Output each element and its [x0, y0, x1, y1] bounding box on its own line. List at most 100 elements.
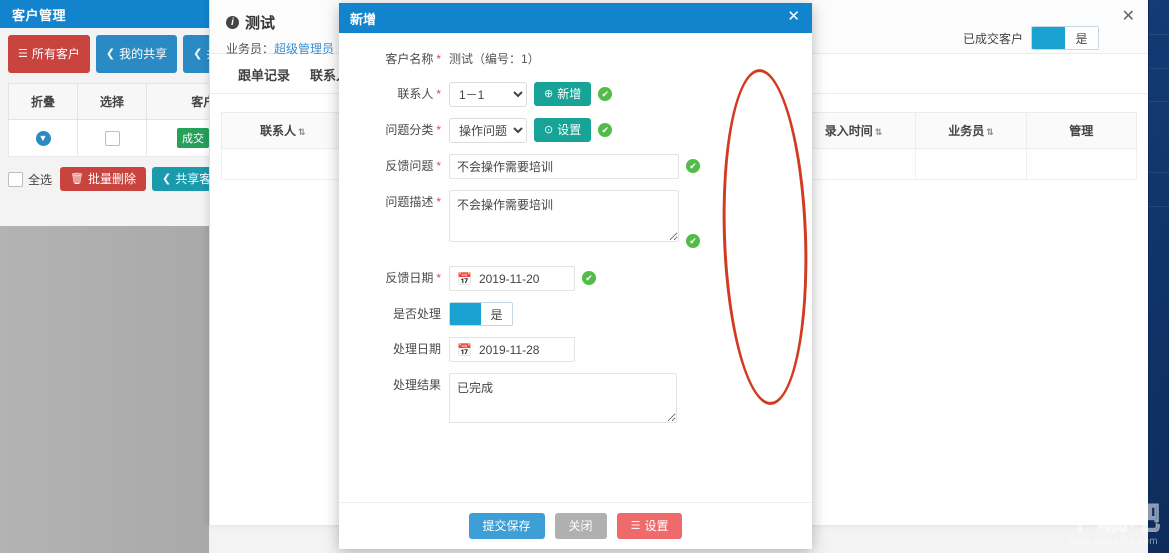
- submit-save-button[interactable]: 提交保存: [468, 513, 545, 539]
- deal-customer-label: 已成交客户: [962, 31, 1023, 46]
- field-row-is-handled: 是否处理 是: [339, 302, 812, 326]
- issue-category-settings-label: 设置: [557, 123, 582, 137]
- field-row-feedback-issue: 反馈问题* ✔: [339, 154, 812, 179]
- field-row-handle-result: 处理结果: [339, 373, 812, 423]
- column-header-contact[interactable]: 联系人 ⇅: [220, 112, 345, 149]
- settings-label: 设置: [644, 519, 669, 533]
- add-contact-label: 新增: [557, 87, 582, 101]
- feedback-date-input[interactable]: [476, 270, 573, 287]
- tab-order-records[interactable]: 跟单记录: [238, 65, 290, 84]
- settings-button[interactable]: ☰ 设置: [616, 513, 683, 539]
- label-feedback-issue: 反馈问题 *: [385, 159, 441, 173]
- issue-cell-salesperson: [915, 148, 1027, 180]
- validation-ok-icon: ✔: [686, 159, 700, 173]
- field-row-issue-description: 问题描述* ✔: [339, 190, 812, 248]
- add-contact-button[interactable]: ⊕ 新增: [534, 82, 592, 106]
- switch-on-track: [450, 303, 481, 325]
- calendar-icon: 📅: [457, 342, 472, 357]
- calendar-icon: 📅: [457, 271, 472, 286]
- required-marker: *: [436, 87, 441, 101]
- modal-title: 新增: [350, 11, 377, 27]
- switch-label: 是: [481, 303, 512, 325]
- column-header-salesperson[interactable]: 业务员 ⇅: [915, 112, 1027, 149]
- sort-icon: ⇅: [297, 127, 306, 137]
- label-handle-result: 处理结果: [392, 378, 441, 392]
- share-icon: ❮: [105, 48, 116, 60]
- validation-ok-icon: ✔: [686, 234, 700, 248]
- required-marker: *: [436, 123, 441, 137]
- info-icon: i: [226, 16, 239, 29]
- switch-on-track: [1032, 27, 1065, 49]
- required-marker: *: [436, 195, 441, 209]
- bulk-delete-label: 批量删除: [87, 172, 136, 186]
- row-checkbox[interactable]: [104, 130, 120, 146]
- salesperson-label: 业务员：: [226, 42, 275, 56]
- detail-close-icon[interactable]: ✕: [1122, 9, 1135, 25]
- salesperson-link[interactable]: 超级管理员: [274, 42, 334, 56]
- gear-circle-icon: ⊙: [544, 124, 554, 136]
- share-icon: ❮: [193, 48, 203, 60]
- deal-customer-toggle-group: 已成交客户 是: [963, 26, 1099, 50]
- column-header-select[interactable]: 选择: [77, 83, 147, 120]
- issue-category-select[interactable]: 操作问题: [449, 118, 527, 143]
- window-title: 客户管理: [12, 7, 67, 23]
- deal-customer-switch[interactable]: 是: [1031, 26, 1099, 50]
- trash-icon: 🗑: [70, 173, 84, 185]
- modal-body: 客户名称 * 测试（编号：1） 联系人 * 1－1 ⊕ 新增 ✔ 问题分类 * …: [339, 33, 812, 502]
- select-all-checkbox[interactable]: [8, 171, 23, 187]
- select-all-control[interactable]: 全选: [8, 171, 52, 188]
- select-all-label: 全选: [28, 172, 53, 187]
- all-customers-label: 所有客户: [31, 47, 80, 61]
- validation-ok-icon: ✔: [598, 87, 613, 101]
- issue-cell-manage: [1025, 148, 1138, 180]
- label-handle-date: 处理日期: [392, 342, 441, 356]
- row-expand-cell[interactable]: ▼: [8, 119, 78, 157]
- label-customer-name: 客户名称 *: [385, 52, 441, 66]
- sort-icon: ⇅: [986, 127, 994, 137]
- share-icon: ❮: [162, 173, 172, 185]
- chevron-down-icon[interactable]: ▼: [35, 131, 51, 146]
- modal-titlebar: 新增 ✕: [339, 3, 812, 33]
- add-record-modal: 新增 ✕ 客户名称 * 测试（编号：1） 联系人 * 1－1 ⊕ 新增 ✔ 问题…: [339, 3, 812, 549]
- handle-result-textarea[interactable]: [449, 373, 677, 423]
- label-issue-description: 问题描述 *: [385, 195, 441, 209]
- my-shares-label: 我的共享: [119, 47, 168, 61]
- value-customer-name: 测试（编号：1）: [449, 52, 540, 66]
- issue-cell-contact: [220, 148, 345, 180]
- plus-circle-icon: ⊕: [544, 88, 554, 100]
- feedback-issue-input[interactable]: [449, 154, 679, 179]
- cancel-button[interactable]: 关闭: [554, 513, 607, 539]
- field-row-handle-date: 处理日期 📅: [339, 337, 812, 362]
- all-customers-button[interactable]: ☰ 所有客户: [8, 35, 90, 73]
- validation-ok-icon: ✔: [582, 271, 596, 285]
- column-header-collapse[interactable]: 折叠: [8, 83, 78, 120]
- list-icon: ☰: [18, 48, 28, 60]
- field-row-customer-name: 客户名称 * 测试（编号：1）: [339, 47, 812, 71]
- label-issue-category: 问题分类 *: [385, 123, 441, 137]
- bulk-delete-button[interactable]: 🗑 批量删除: [60, 167, 146, 191]
- issue-description-textarea[interactable]: [449, 190, 679, 242]
- contact-select[interactable]: 1－1: [449, 82, 527, 107]
- background-filler-panel: [0, 226, 209, 553]
- issue-category-settings-button[interactable]: ⊙ 设置: [534, 118, 592, 142]
- page-title: 测试: [245, 15, 276, 32]
- modal-footer: 提交保存 关闭 ☰ 设置: [339, 502, 812, 549]
- sort-icon: ⇅: [874, 127, 883, 137]
- salesperson-field: 业务员：超级管理员: [226, 40, 334, 57]
- column-header-manage: 管理: [1025, 112, 1138, 149]
- validation-ok-icon: ✔: [598, 123, 613, 137]
- label-is-handled: 是否处理: [392, 307, 441, 321]
- my-shares-button[interactable]: ❮ 我的共享: [95, 35, 178, 73]
- menu-icon: ☰: [630, 520, 641, 532]
- switch-label: 是: [1065, 27, 1098, 49]
- row-select-cell[interactable]: [77, 119, 147, 157]
- handle-date-input[interactable]: [476, 341, 573, 358]
- status-badge: 成交: [177, 128, 210, 148]
- required-marker: *: [436, 52, 441, 66]
- feedback-date-field[interactable]: 📅: [449, 266, 575, 291]
- required-marker: *: [436, 159, 441, 173]
- is-handled-switch[interactable]: 是: [449, 302, 513, 326]
- label-contact: 联系人 *: [397, 87, 441, 101]
- handle-date-field[interactable]: 📅: [449, 337, 575, 362]
- modal-close-icon[interactable]: ✕: [787, 9, 800, 24]
